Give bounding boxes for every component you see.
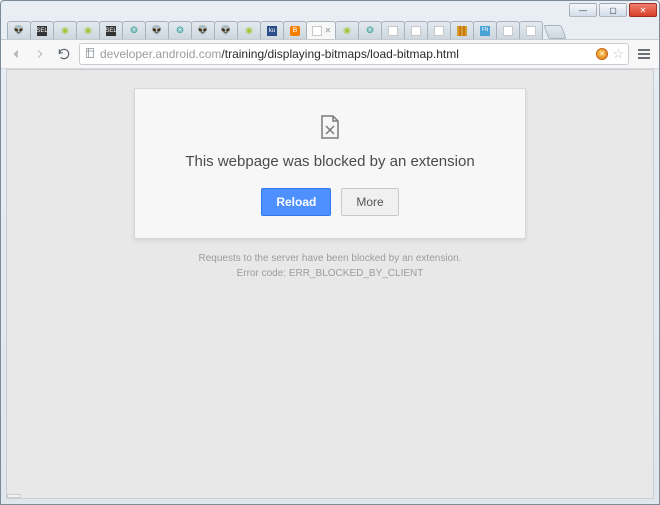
turtle-favicon-icon: ❂ bbox=[174, 25, 186, 37]
turtle-favicon-icon: ❂ bbox=[364, 25, 376, 37]
sel-favicon-icon: SEL bbox=[36, 25, 48, 37]
browser-tab[interactable] bbox=[404, 21, 428, 39]
blank-favicon-icon bbox=[311, 25, 323, 37]
reddit-favicon-icon: 👽 bbox=[151, 25, 163, 37]
blogger-favicon-icon: B bbox=[289, 25, 301, 37]
window-titlebar: — ▢ ✕ bbox=[1, 1, 659, 19]
forward-button[interactable] bbox=[31, 45, 49, 63]
browser-tab[interactable]: ◉ bbox=[237, 21, 261, 39]
browser-tab[interactable]: SEL bbox=[30, 21, 54, 39]
browser-tab[interactable]: 👽 bbox=[191, 21, 215, 39]
stripes-favicon-icon bbox=[456, 25, 468, 37]
reddit-favicon-icon: 👽 bbox=[13, 25, 25, 37]
reload-page-button[interactable]: Reload bbox=[261, 188, 331, 216]
address-bar[interactable]: developer.android.com/training/displayin… bbox=[79, 43, 629, 65]
android-favicon-icon: ◉ bbox=[59, 25, 71, 37]
browser-tab[interactable]: ◉ bbox=[76, 21, 100, 39]
android-favicon-icon: ◉ bbox=[341, 25, 353, 37]
blank-favicon-icon bbox=[410, 25, 422, 37]
browser-tab[interactable] bbox=[496, 21, 520, 39]
status-bar bbox=[7, 494, 21, 498]
page-viewport: This webpage was blocked by an extension… bbox=[6, 69, 654, 499]
browser-tab[interactable]: ✕ bbox=[306, 21, 336, 39]
fni-favicon-icon: FN bbox=[479, 25, 491, 37]
browser-tab[interactable] bbox=[427, 21, 451, 39]
site-info-icon[interactable] bbox=[84, 47, 96, 62]
blank-favicon-icon bbox=[433, 25, 445, 37]
error-title: This webpage was blocked by an extension bbox=[155, 153, 505, 170]
browser-tab[interactable]: ❂ bbox=[122, 21, 146, 39]
reddit-favicon-icon: 👽 bbox=[220, 25, 232, 37]
chrome-menu-button[interactable] bbox=[635, 45, 653, 63]
url-text: developer.android.com/training/displayin… bbox=[100, 47, 592, 61]
browser-tab[interactable] bbox=[519, 21, 543, 39]
browser-tab[interactable] bbox=[450, 21, 474, 39]
browser-tab[interactable]: 👽 bbox=[214, 21, 238, 39]
reddit-favicon-icon: 👽 bbox=[197, 25, 209, 37]
browser-tab[interactable]: ❂ bbox=[358, 21, 382, 39]
browser-tab[interactable]: SEL bbox=[99, 21, 123, 39]
window-controls: — ▢ ✕ bbox=[569, 3, 657, 17]
broken-page-icon bbox=[320, 115, 340, 139]
browser-tab[interactable]: ku bbox=[260, 21, 284, 39]
browser-tab[interactable]: B bbox=[283, 21, 307, 39]
blank-favicon-icon bbox=[525, 25, 537, 37]
new-tab-button[interactable] bbox=[543, 25, 566, 39]
browser-tab[interactable]: 👽 bbox=[7, 21, 31, 39]
reload-button[interactable] bbox=[55, 45, 73, 63]
android-favicon-icon: ◉ bbox=[243, 25, 255, 37]
extension-block-icon[interactable] bbox=[596, 48, 608, 60]
error-subtext: Requests to the server have been blocked… bbox=[7, 251, 653, 281]
android-favicon-icon: ◉ bbox=[82, 25, 94, 37]
sel-favicon-icon: SEL bbox=[105, 25, 117, 37]
back-button[interactable] bbox=[7, 45, 25, 63]
ku-favicon-icon: ku bbox=[266, 25, 278, 37]
browser-tab[interactable]: ◉ bbox=[335, 21, 359, 39]
tab-close-icon[interactable]: ✕ bbox=[325, 26, 332, 35]
bookmark-star-icon[interactable]: ☆ bbox=[612, 46, 624, 62]
minimize-button[interactable]: — bbox=[569, 3, 597, 17]
browser-tab[interactable]: ◉ bbox=[53, 21, 77, 39]
blank-favicon-icon bbox=[387, 25, 399, 37]
toolbar: developer.android.com/training/displayin… bbox=[1, 39, 659, 69]
close-button[interactable]: ✕ bbox=[629, 3, 657, 17]
turtle-favicon-icon: ❂ bbox=[128, 25, 140, 37]
more-info-button[interactable]: More bbox=[341, 188, 398, 216]
browser-window: — ▢ ✕ 👽 SEL ◉ ◉ SEL ❂ 👽 ❂ 👽 👽 ◉ ku B ✕ ◉ ❂ FN developer.… bbox=[0, 0, 660, 505]
tab-strip: 👽 SEL ◉ ◉ SEL ❂ 👽 ❂ 👽 👽 ◉ ku B ✕ ◉ ❂ FN bbox=[1, 19, 659, 39]
maximize-button[interactable]: ▢ bbox=[599, 3, 627, 17]
blank-favicon-icon bbox=[502, 25, 514, 37]
error-card: This webpage was blocked by an extension… bbox=[134, 88, 526, 239]
browser-tab[interactable]: 👽 bbox=[145, 21, 169, 39]
browser-tab[interactable] bbox=[381, 21, 405, 39]
browser-tab[interactable]: ❂ bbox=[168, 21, 192, 39]
browser-tab[interactable]: FN bbox=[473, 21, 497, 39]
